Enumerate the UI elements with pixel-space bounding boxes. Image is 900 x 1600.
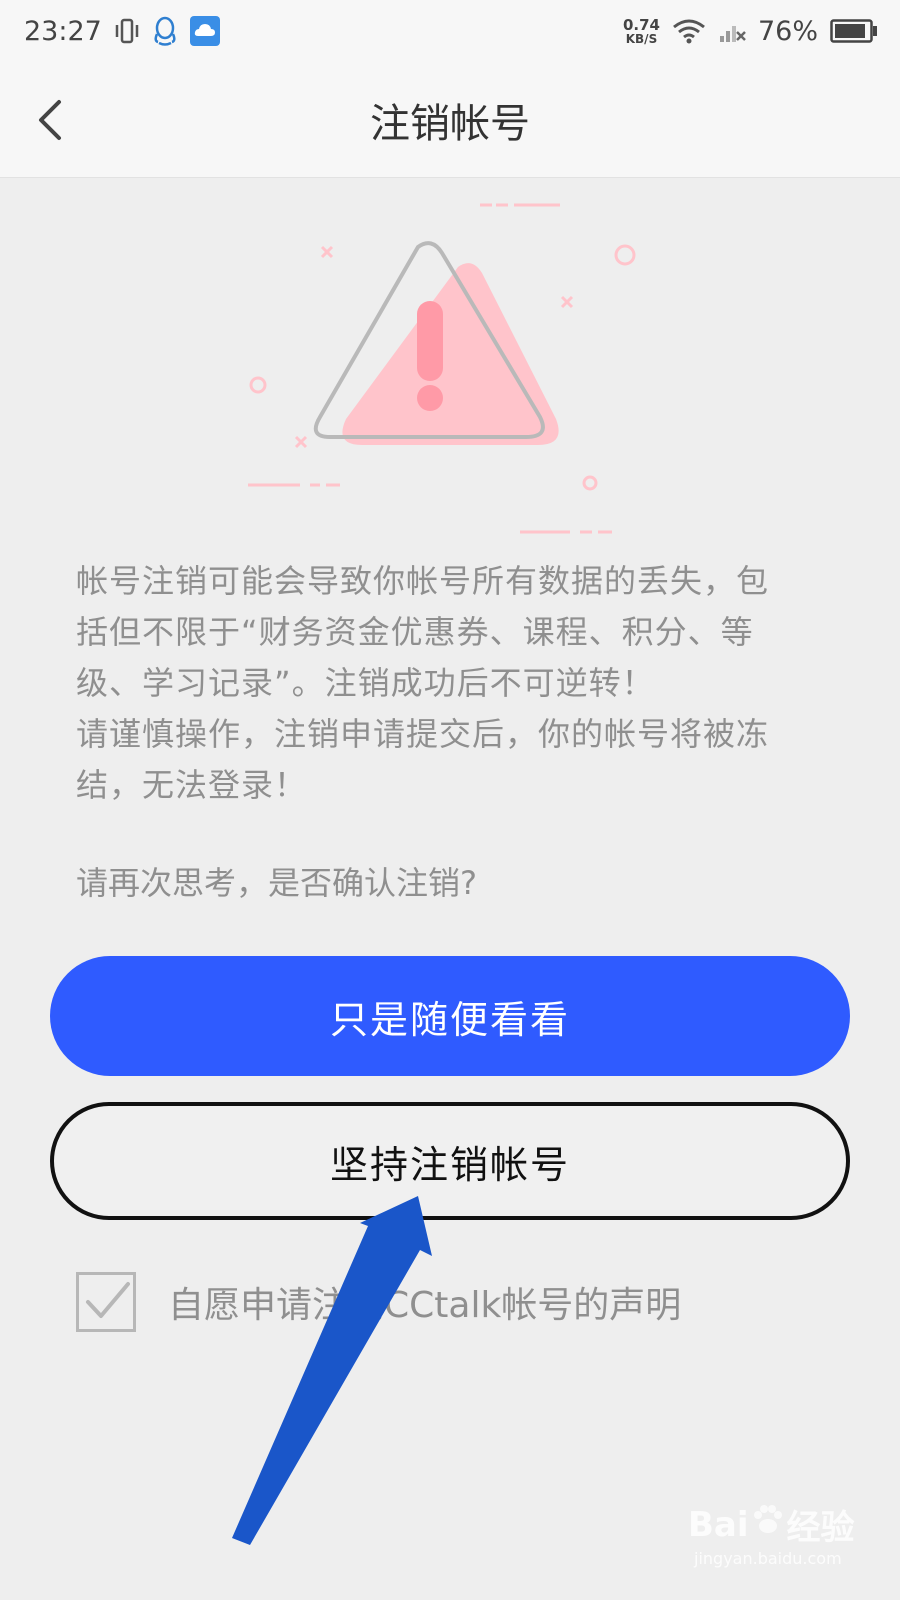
agreement-checkbox[interactable]: [76, 1272, 136, 1332]
confirm-question: 请再次思考，是否确认注销?: [76, 864, 477, 902]
just-browsing-button[interactable]: 只是随便看看: [50, 956, 850, 1076]
battery-percent: 76%: [757, 15, 818, 47]
confirm-deactivate-button[interactable]: 坚持注销帐号: [50, 1102, 850, 1220]
warning-triangle-icon: [248, 203, 636, 534]
warning-line: 级、学习记录”。注销成功后不可逆转！: [76, 664, 655, 702]
navigation-bar: 注销帐号: [0, 62, 900, 178]
agreement-link[interactable]: 自愿申请注销CCtalk帐号的声明: [168, 1276, 681, 1328]
agreement-row: 自愿申请注销CCtalk帐号的声明: [76, 1272, 681, 1332]
warning-line: 结，无法登录！: [76, 766, 308, 804]
warning-line: 请谨慎操作，注销申请提交后，你的帐号将被冻: [76, 715, 770, 753]
cloud-app-icon: [189, 16, 220, 46]
warning-message: 帐号注销可能会导致你帐号所有数据的丢失，包 括但不限于“财务资金优惠券、课程、积…: [76, 556, 836, 811]
watermark-url: jingyan.baidu.com: [694, 1549, 842, 1568]
watermark-logo-left: Bai: [688, 1504, 749, 1545]
net-speed-unit: KB/S: [625, 31, 658, 46]
qq-icon: [152, 16, 178, 46]
battery-icon: [830, 19, 878, 43]
watermark-logo-right: 经验: [786, 1508, 855, 1548]
vibrate-icon: [114, 17, 140, 45]
paw-icon: [751, 1503, 785, 1546]
warning-line: 括但不限于“财务资金优惠券、课程、积分、等: [76, 613, 754, 651]
status-bar: 23:27 0.74 KB/S 76%: [0, 0, 900, 62]
status-right: 0.74 KB/S 76%: [623, 16, 878, 47]
warning-illustration: [220, 195, 640, 540]
status-left: 23:27: [24, 16, 220, 47]
status-time: 23:27: [24, 15, 102, 47]
watermark-logo: Bai 经验: [688, 1500, 888, 1549]
chevron-left-icon: [39, 100, 61, 140]
baidu-jingyan-watermark: Bai 经验 jingyan.baidu.com: [688, 1500, 888, 1590]
page-title: 注销帐号: [370, 101, 530, 147]
net-speed-value: 0.74: [622, 15, 660, 34]
back-button[interactable]: [22, 88, 78, 152]
wifi-icon: [672, 18, 706, 44]
checkmark-icon: [86, 1282, 130, 1318]
warning-line: 帐号注销可能会导致你帐号所有数据的丢失，包: [76, 562, 770, 600]
signal-no-service-icon: [718, 18, 746, 44]
net-speed: 0.74 KB/S: [622, 15, 660, 46]
